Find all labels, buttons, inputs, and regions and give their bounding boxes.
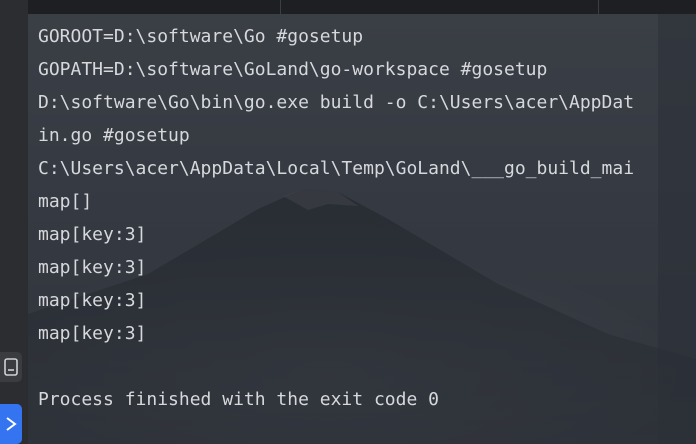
console-line: GOROOT=D:\software\Go #gosetup (38, 26, 364, 47)
console-line: map[key:3] (38, 257, 147, 278)
console-line: map[key:3] (38, 224, 147, 245)
exit-status-line: Process finished with the exit code 0 (38, 389, 439, 410)
terminal-icon (4, 358, 18, 376)
divider (598, 0, 599, 14)
console-lines: GOROOT=D:\software\Go #gosetup GOPATH=D:… (38, 20, 696, 416)
run-console-output[interactable]: GOROOT=D:\software\Go #gosetup GOPATH=D:… (28, 14, 696, 444)
console-top-band (28, 0, 696, 14)
console-line: map[key:3] (38, 323, 147, 344)
console-line: map[key:3] (38, 290, 147, 311)
run-icon (5, 416, 17, 432)
console-line: GOPATH=D:\software\GoLand\go-workspace #… (38, 59, 548, 80)
run-tool-button[interactable] (0, 404, 22, 444)
console-line: C:\Users\acer\AppData\Local\Temp\GoLand\… (38, 158, 635, 179)
console-line: D:\software\Go\bin\go.exe build -o C:\Us… (38, 92, 635, 113)
left-tool-strip (0, 0, 29, 444)
console-line: in.go #gosetup (38, 125, 190, 146)
divider (280, 0, 281, 14)
terminal-tool-button[interactable] (0, 352, 22, 382)
console-line: map[] (38, 191, 93, 212)
